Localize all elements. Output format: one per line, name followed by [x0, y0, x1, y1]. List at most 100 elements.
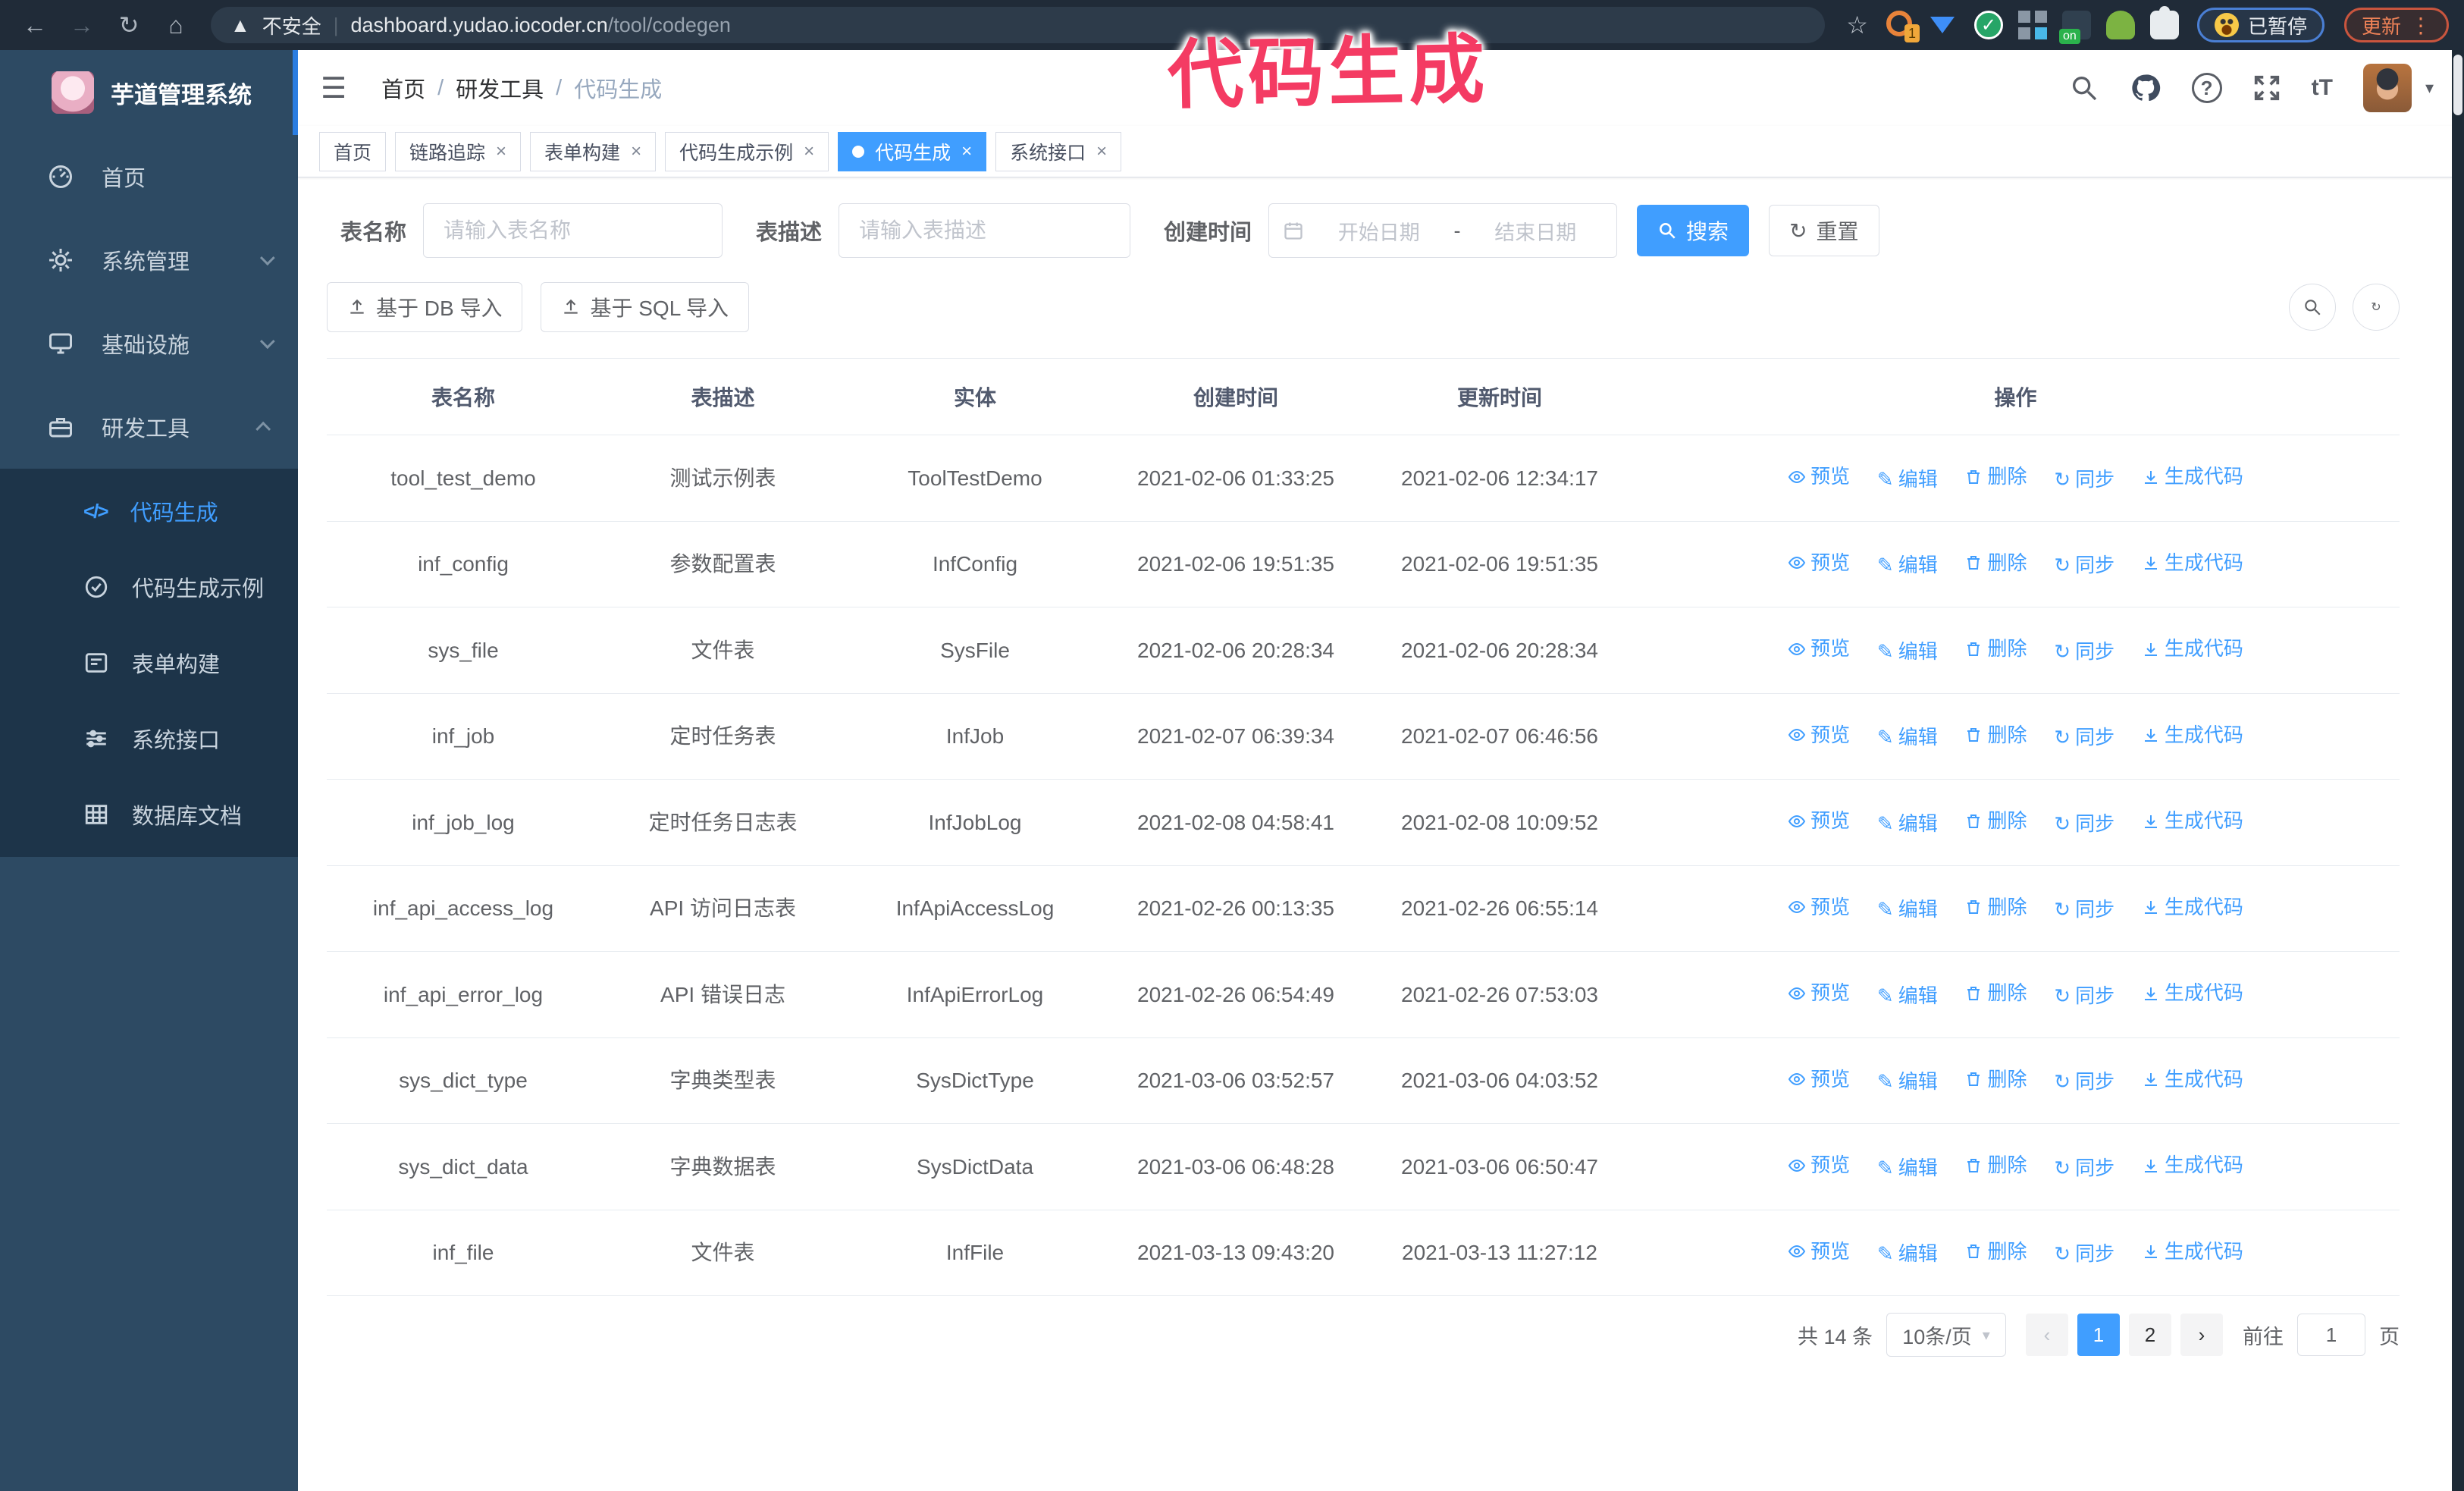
sync-link[interactable]: ↻ 同步	[2054, 463, 2114, 497]
delete-link[interactable]: 删除	[1964, 890, 2027, 924]
preview-link[interactable]: 预览	[1788, 632, 1850, 666]
extension-android-icon[interactable]	[2105, 11, 2135, 39]
sync-link[interactable]: ↻ 同步	[2054, 1237, 2114, 1271]
sync-link[interactable]: ↻ 同步	[2054, 807, 2114, 841]
reload-icon[interactable]: ↻	[109, 11, 149, 39]
next-page-button[interactable]: ›	[2180, 1314, 2223, 1356]
sidebar-item-system[interactable]: 系统管理	[0, 218, 298, 302]
generate-code-link[interactable]: 生成代码	[2142, 890, 2243, 924]
generate-code-link[interactable]: 生成代码	[2142, 718, 2243, 752]
sidebar-item-devtools[interactable]: 研发工具	[0, 385, 298, 469]
generate-code-link[interactable]: 生成代码	[2142, 976, 2243, 1010]
sidebar-item-codegen-example[interactable]: 代码生成示例	[0, 549, 298, 625]
sidebar-item-form-builder[interactable]: 表单构建	[0, 625, 298, 701]
delete-link[interactable]: 删除	[1964, 460, 2027, 494]
home-icon[interactable]: ⌂	[156, 11, 196, 39]
hamburger-icon[interactable]: ☰	[321, 71, 346, 105]
browser-menu-icon[interactable]: ⋮	[2410, 13, 2431, 38]
tab-codegen[interactable]: 代码生成 ×	[838, 131, 987, 171]
edit-link[interactable]: ✎ 编辑	[1877, 720, 1938, 755]
extensions-puzzle-icon[interactable]	[2149, 6, 2179, 39]
preview-link[interactable]: 预览	[1788, 890, 1850, 924]
address-bar[interactable]: ▲ 不安全 | dashboard.yudao.iocoder.cn/tool/…	[211, 7, 1826, 43]
edit-link[interactable]: ✎ 编辑	[1877, 635, 1938, 669]
extension-check-icon[interactable]: ✓	[1973, 11, 2003, 39]
sync-link[interactable]: ↻ 同步	[2054, 979, 2114, 1013]
generate-code-link[interactable]: 生成代码	[2142, 1063, 2243, 1097]
delete-link[interactable]: 删除	[1964, 718, 2027, 752]
generate-code-link[interactable]: 生成代码	[2142, 1235, 2243, 1269]
close-icon[interactable]: ×	[961, 141, 972, 162]
bookmark-star-icon[interactable]: ☆	[1846, 11, 1868, 39]
scrollbar-thumb[interactable]	[2453, 55, 2462, 115]
page-size-select[interactable]: 10条/页 ▾	[1886, 1313, 2006, 1357]
delete-link[interactable]: 删除	[1964, 632, 2027, 666]
preview-link[interactable]: 预览	[1788, 1235, 1850, 1269]
sync-link[interactable]: ↻ 同步	[2054, 893, 2114, 927]
close-icon[interactable]: ×	[804, 141, 814, 162]
extension-gem-icon[interactable]	[1930, 11, 1959, 39]
sync-link[interactable]: ↻ 同步	[2054, 720, 2114, 755]
sync-link[interactable]: ↻ 同步	[2054, 1065, 2114, 1099]
fullscreen-icon[interactable]	[2252, 74, 2281, 102]
sync-link[interactable]: ↻ 同步	[2054, 548, 2114, 582]
preview-link[interactable]: 预览	[1788, 718, 1850, 752]
extension-colorzilla-icon[interactable]: 1	[1886, 11, 1920, 42]
tab-api[interactable]: 系统接口 ×	[995, 131, 1122, 171]
delete-link[interactable]: 删除	[1964, 804, 2027, 838]
close-icon[interactable]: ×	[496, 141, 506, 162]
generate-code-link[interactable]: 生成代码	[2142, 546, 2243, 580]
breadcrumb-section[interactable]: 研发工具	[456, 72, 544, 104]
sidebar-item-api[interactable]: 系统接口	[0, 701, 298, 777]
delete-link[interactable]: 删除	[1964, 1148, 2027, 1182]
sidebar-item-infra[interactable]: 基础设施	[0, 302, 298, 385]
header-search-icon[interactable]	[2069, 73, 2099, 103]
table-desc-input[interactable]	[839, 203, 1131, 258]
page-button-1[interactable]: 1	[2077, 1314, 2120, 1356]
preview-link[interactable]: 预览	[1788, 460, 1850, 494]
generate-code-link[interactable]: 生成代码	[2142, 1148, 2243, 1182]
help-icon[interactable]: ?	[2191, 73, 2222, 103]
breadcrumb-home[interactable]: 首页	[381, 72, 425, 104]
paused-badge[interactable]: 已暂停	[2196, 8, 2324, 42]
forward-icon[interactable]: →	[62, 11, 102, 39]
close-icon[interactable]: ×	[631, 141, 641, 162]
sidebar-item-home[interactable]: 首页	[0, 135, 298, 218]
extension-grid-icon[interactable]	[2017, 11, 2047, 39]
edit-link[interactable]: ✎ 编辑	[1877, 979, 1938, 1013]
delete-link[interactable]: 删除	[1964, 546, 2027, 580]
github-icon[interactable]	[2130, 72, 2161, 104]
tab-tracing[interactable]: 链路追踪 ×	[395, 131, 522, 171]
delete-link[interactable]: 删除	[1964, 1235, 2027, 1269]
table-name-input[interactable]	[423, 203, 723, 258]
prev-page-button[interactable]: ‹	[2026, 1314, 2068, 1356]
edit-link[interactable]: ✎ 编辑	[1877, 893, 1938, 927]
extension-switch-icon[interactable]: on	[2058, 11, 2091, 44]
import-sql-button[interactable]: 基于 SQL 导入	[541, 282, 750, 332]
preview-link[interactable]: 预览	[1788, 976, 1850, 1010]
edit-link[interactable]: ✎ 编辑	[1877, 1065, 1938, 1099]
goto-page-input[interactable]	[2297, 1314, 2365, 1356]
update-button[interactable]: 更新 ⋮	[2343, 8, 2449, 42]
edit-link[interactable]: ✎ 编辑	[1877, 807, 1938, 841]
preview-link[interactable]: 预览	[1788, 546, 1850, 580]
edit-link[interactable]: ✎ 编辑	[1877, 463, 1938, 497]
font-size-icon[interactable]: tT	[2312, 75, 2333, 101]
sync-link[interactable]: ↻ 同步	[2054, 635, 2114, 669]
close-icon[interactable]: ×	[1096, 141, 1107, 162]
page-button-2[interactable]: 2	[2129, 1314, 2171, 1356]
back-icon[interactable]: ←	[15, 11, 55, 39]
sync-link[interactable]: ↻ 同步	[2054, 1151, 2114, 1185]
generate-code-link[interactable]: 生成代码	[2142, 804, 2243, 838]
reset-button[interactable]: ↻ 重置	[1769, 205, 1879, 256]
preview-link[interactable]: 预览	[1788, 1063, 1850, 1097]
search-button[interactable]: 搜索	[1637, 205, 1750, 256]
delete-link[interactable]: 删除	[1964, 1063, 2027, 1097]
sidebar-item-codegen[interactable]: </> 代码生成	[0, 473, 298, 549]
refresh-button[interactable]: ↻	[2353, 284, 2400, 331]
preview-link[interactable]: 预览	[1788, 1148, 1850, 1182]
generate-code-link[interactable]: 生成代码	[2142, 460, 2243, 494]
toggle-search-button[interactable]	[2289, 284, 2336, 331]
delete-link[interactable]: 删除	[1964, 976, 2027, 1010]
avatar[interactable]	[2362, 64, 2412, 112]
